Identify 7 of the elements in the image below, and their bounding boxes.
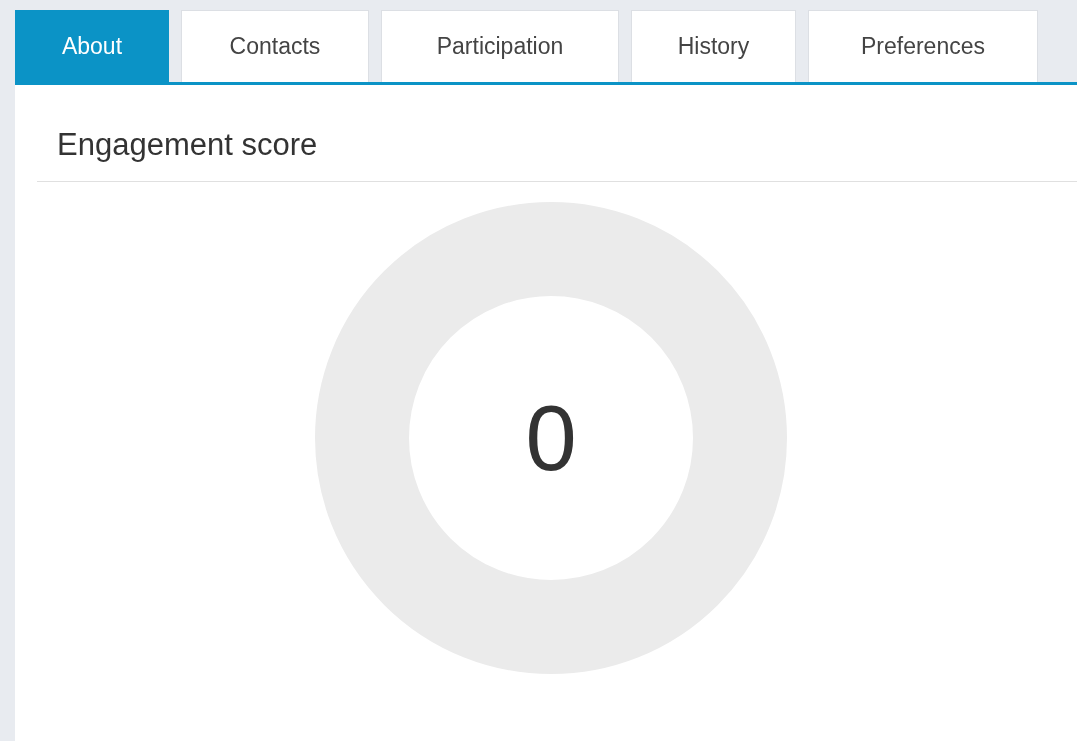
section-title: Engagement score xyxy=(57,126,318,164)
tab[interactable]: Contacts xyxy=(181,10,369,82)
score-value: 0 xyxy=(525,392,577,484)
tab[interactable]: Preferences xyxy=(808,10,1038,82)
tab[interactable]: About xyxy=(15,10,169,82)
tab[interactable]: History xyxy=(631,10,796,82)
tab[interactable]: Participation xyxy=(381,10,619,82)
